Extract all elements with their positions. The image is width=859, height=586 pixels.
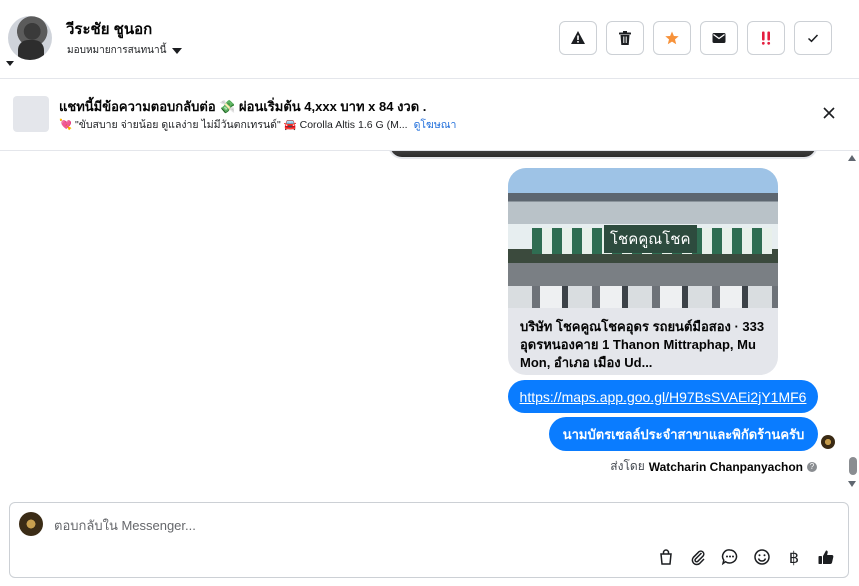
emoji-button[interactable] [752,547,772,567]
ad-title: แชทนี้มีข้อความตอบกลับต่อ 💸 ผ่อนเริ่มต้น… [59,99,427,114]
priority-icon [761,31,771,45]
attach-file-button[interactable] [688,547,708,567]
shopping-bag-button[interactable] [656,547,676,567]
reply-input[interactable] [54,515,754,535]
baht-icon: ฿ [788,547,800,567]
emoji-icon [754,549,770,565]
star-icon [665,31,679,45]
attachment-icon [691,550,705,566]
scroll-up-arrow[interactable] [848,155,856,161]
assign-conversation-dropdown[interactable]: มอบหมายการสนทนานี้ [67,43,183,58]
ad-banner: แชทนี้มีข้อความตอบกลับต่อ 💸 ผ่อนเริ่มต้น… [0,79,859,151]
ad-subtitle: 💘 "ขับสบาย จ่ายน้อย ดูแลง่าย ไม่มีวันตกเ… [59,119,408,131]
assign-conversation-label: มอบหมายการสนทนานี้ [67,45,167,56]
chat-bubble-icon [721,549,738,566]
seen-avatar [821,435,835,449]
contact-avatar[interactable] [8,16,52,60]
text-message-bubble[interactable]: นามบัตรเซลล์ประจำสาขาและพิกัดร้านครับ [549,417,818,451]
mark-unread-button[interactable] [700,21,738,55]
avatar-dropdown-icon[interactable] [6,61,14,66]
warning-icon [571,31,585,44]
mark-spam-button[interactable] [559,21,597,55]
chevron-down-icon [172,47,183,54]
previous-image-message[interactable] [388,151,818,159]
link-message-bubble[interactable]: https://maps.app.goo.gl/H97BsSVAEi2jY1MF… [508,380,818,413]
location-card-text: บริษัท โชคคูณโชคอุดร รถยนต์มือสอง · 333 … [520,319,765,370]
header-actions [559,21,832,55]
payment-button[interactable]: ฿ [784,547,804,567]
reply-composer: ฿ [9,502,849,578]
mark-done-button[interactable] [794,21,832,55]
ad-thumbnail [13,96,49,132]
mail-icon [712,33,726,43]
shopping-bag-icon [660,549,672,565]
saved-replies-button[interactable] [720,547,740,567]
help-icon[interactable]: ? [807,461,817,472]
storefront-sign: โชคคูณโชค [604,225,697,253]
sent-by-prefix: ส่งโดย [610,459,645,473]
close-icon[interactable] [821,105,837,121]
check-icon [807,34,819,43]
conversation-header: วีระชัย ชูนอก มอบหมายการสนทนานี้ [0,0,859,79]
contact-name: วีระชัย ชูนอก [66,21,153,38]
thumbs-up-icon [818,550,834,564]
ad-subtitle-row: 💘 "ขับสบาย จ่ายน้อย ดูแลง่าย ไม่มีวันตกเ… [59,116,456,133]
scroll-down-arrow[interactable] [848,481,856,487]
parked-cars [508,286,778,308]
view-ad-link[interactable]: ดูโฆษณา [414,116,457,133]
scrollbar-thumb[interactable] [849,457,857,475]
message-thread[interactable]: โชคคูณโชค บริษัท โชคคูณโชคอุดร รถยนต์มือ… [0,151,859,492]
page-avatar [19,512,43,536]
maps-link[interactable]: https://maps.app.goo.gl/H97BsSVAEi2jY1MF… [520,389,807,405]
star-button[interactable] [653,21,691,55]
location-card[interactable]: โชคคูณโชค บริษัท โชคคูณโชคอุดร รถยนต์มือ… [508,168,778,375]
sent-by-label: ส่งโดย Watcharin Chanpanyachon ? [610,457,817,476]
sent-by-name: Watcharin Chanpanyachon [648,459,803,474]
like-button[interactable] [816,547,836,567]
priority-button[interactable] [747,21,785,55]
contact-avatar-button[interactable] [6,14,52,68]
location-card-image[interactable]: โชคคูณโชค [508,168,778,308]
trash-icon [619,31,631,45]
composer-toolbar: ฿ [656,547,836,567]
delete-button[interactable] [606,21,644,55]
